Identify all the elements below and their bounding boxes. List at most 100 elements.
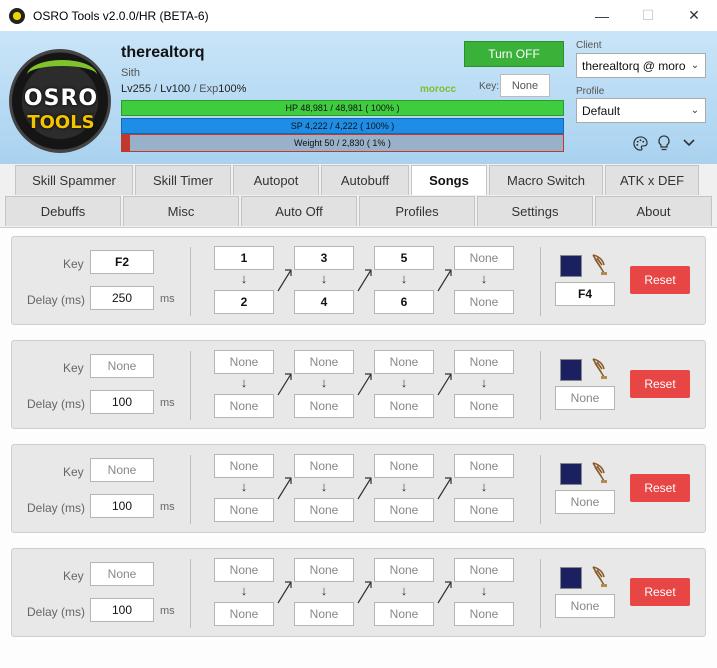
tab-auto-off[interactable]: Auto Off	[241, 196, 357, 226]
tab-about[interactable]: About	[595, 196, 712, 226]
tab-settings[interactable]: Settings	[477, 196, 593, 226]
exp-percent: 100%	[218, 83, 247, 95]
delay-input[interactable]: 100	[90, 598, 154, 622]
tab-autobuff[interactable]: Autobuff	[321, 165, 409, 195]
chevron-down-icon: ⌄	[688, 103, 702, 118]
lightbulb-icon[interactable]	[656, 135, 672, 151]
song-sequence-key[interactable]: None	[214, 394, 274, 418]
tab-profiles[interactable]: Profiles	[359, 196, 475, 226]
song-sequence-key[interactable]: None	[454, 350, 514, 374]
song-sequence-key[interactable]: 3	[294, 246, 354, 270]
song-sequence-key[interactable]: None	[454, 558, 514, 582]
tab-debuffs[interactable]: Debuffs	[5, 196, 121, 226]
client-select[interactable]: therealtorq @ moro ⌄	[576, 53, 706, 78]
chevron-down-icon[interactable]	[681, 135, 697, 151]
reset-button[interactable]: Reset	[630, 266, 690, 294]
delay-input[interactable]: 250	[90, 286, 154, 310]
key-label: Key	[63, 257, 84, 271]
arrow-down-icon: ↓	[480, 271, 488, 286]
arrow-down-icon: ↓	[400, 583, 408, 598]
song-sequence-key[interactable]: None	[454, 290, 514, 314]
song-skill-icon	[560, 359, 582, 381]
server-name: morocc	[420, 84, 457, 95]
toggle-key-input[interactable]: None	[500, 74, 550, 97]
song-sequence-key[interactable]: None	[294, 558, 354, 582]
tab-autopot[interactable]: Autopot	[233, 165, 319, 195]
divider	[540, 351, 541, 420]
arrow-down-icon: ↓	[400, 479, 408, 494]
song-sequence-key[interactable]: None	[294, 602, 354, 626]
song-sequence-key[interactable]: None	[454, 394, 514, 418]
song-sequence-key[interactable]: None	[214, 602, 274, 626]
song-sequence-key[interactable]: None	[454, 454, 514, 478]
delay-input[interactable]: 100	[90, 494, 154, 518]
song-sequence-key[interactable]: None	[374, 498, 434, 522]
tab-macro-switch[interactable]: Macro Switch	[489, 165, 603, 195]
harp-icon	[590, 357, 608, 381]
song-sequence-key[interactable]: 6	[374, 290, 434, 314]
song-sequence-key[interactable]: 2	[214, 290, 274, 314]
song-sequence-key[interactable]: None	[294, 498, 354, 522]
song-sequence-key[interactable]: None	[374, 558, 434, 582]
reset-button[interactable]: Reset	[630, 578, 690, 606]
song-sequence-key[interactable]: None	[374, 602, 434, 626]
tab-row-primary: Skill Spammer Skill Timer Autopot Autobu…	[0, 165, 717, 195]
tab-skill-spammer[interactable]: Skill Spammer	[15, 165, 133, 195]
tab-misc[interactable]: Misc	[123, 196, 239, 226]
song-sequence-key[interactable]: None	[454, 498, 514, 522]
arrow-down-icon: ↓	[480, 583, 488, 598]
reset-button[interactable]: Reset	[630, 474, 690, 502]
client-label: Client	[576, 40, 602, 51]
maximize-button[interactable]: ☐	[625, 0, 671, 31]
song-sequence-key[interactable]: None	[454, 602, 514, 626]
tab-songs[interactable]: Songs	[411, 165, 487, 195]
song-sequence-key[interactable]: None	[214, 498, 274, 522]
trigger-key-input[interactable]: None	[555, 386, 615, 410]
trigger-key-input[interactable]: F4	[555, 282, 615, 306]
song-key-input[interactable]: None	[90, 458, 154, 482]
palette-icon[interactable]	[632, 135, 648, 151]
osro-tools-logo: OSRO TOOLS	[9, 49, 111, 153]
tab-atk-x-def[interactable]: ATK x DEF	[605, 165, 699, 195]
divider	[190, 455, 191, 524]
song-sequence-key[interactable]: None	[214, 350, 274, 374]
song-key-input[interactable]: F2	[90, 250, 154, 274]
key-label: Key	[63, 569, 84, 583]
song-sequence-key[interactable]: 5	[374, 246, 434, 270]
song-sequence-key[interactable]: 1	[214, 246, 274, 270]
character-name: therealtorq	[121, 44, 205, 61]
song-key-input[interactable]: None	[90, 354, 154, 378]
trigger-key-input[interactable]: None	[555, 490, 615, 514]
arrow-down-icon: ↓	[240, 583, 248, 598]
song-key-input[interactable]: None	[90, 562, 154, 586]
sp-text: SP 4,222 / 4,222 ( 100% )	[290, 121, 395, 131]
song-sequence-key[interactable]: None	[374, 454, 434, 478]
minimize-button[interactable]: —	[579, 0, 625, 31]
song-sequence-key[interactable]: None	[454, 246, 514, 270]
hp-bar: HP 48,981 / 48,981 ( 100% )	[121, 100, 564, 116]
reset-button[interactable]: Reset	[630, 370, 690, 398]
arrow-down-icon: ↓	[400, 375, 408, 390]
divider	[540, 559, 541, 628]
arrow-down-icon: ↓	[320, 375, 328, 390]
song-sequence-key[interactable]: None	[374, 350, 434, 374]
song-sequence-key[interactable]: None	[294, 454, 354, 478]
song-sequence-key[interactable]: None	[294, 350, 354, 374]
turn-off-button[interactable]: Turn OFF	[464, 41, 564, 67]
sp-bar: SP 4,222 / 4,222 ( 100% )	[121, 118, 564, 134]
arrow-down-icon: ↓	[240, 375, 248, 390]
key-label: Key	[63, 361, 84, 375]
song-sequence-key[interactable]: None	[214, 558, 274, 582]
arrow-down-icon: ↓	[320, 479, 328, 494]
close-button[interactable]: ✕	[671, 0, 717, 31]
song-sequence-key[interactable]: None	[374, 394, 434, 418]
app-icon	[9, 7, 25, 24]
arrow-down-icon: ↓	[480, 479, 488, 494]
song-sequence-key[interactable]: None	[294, 394, 354, 418]
song-sequence-key[interactable]: 4	[294, 290, 354, 314]
song-sequence-key[interactable]: None	[214, 454, 274, 478]
trigger-key-input[interactable]: None	[555, 594, 615, 618]
tab-skill-timer[interactable]: Skill Timer	[135, 165, 231, 195]
profile-select[interactable]: Default ⌄	[576, 98, 706, 123]
delay-input[interactable]: 100	[90, 390, 154, 414]
